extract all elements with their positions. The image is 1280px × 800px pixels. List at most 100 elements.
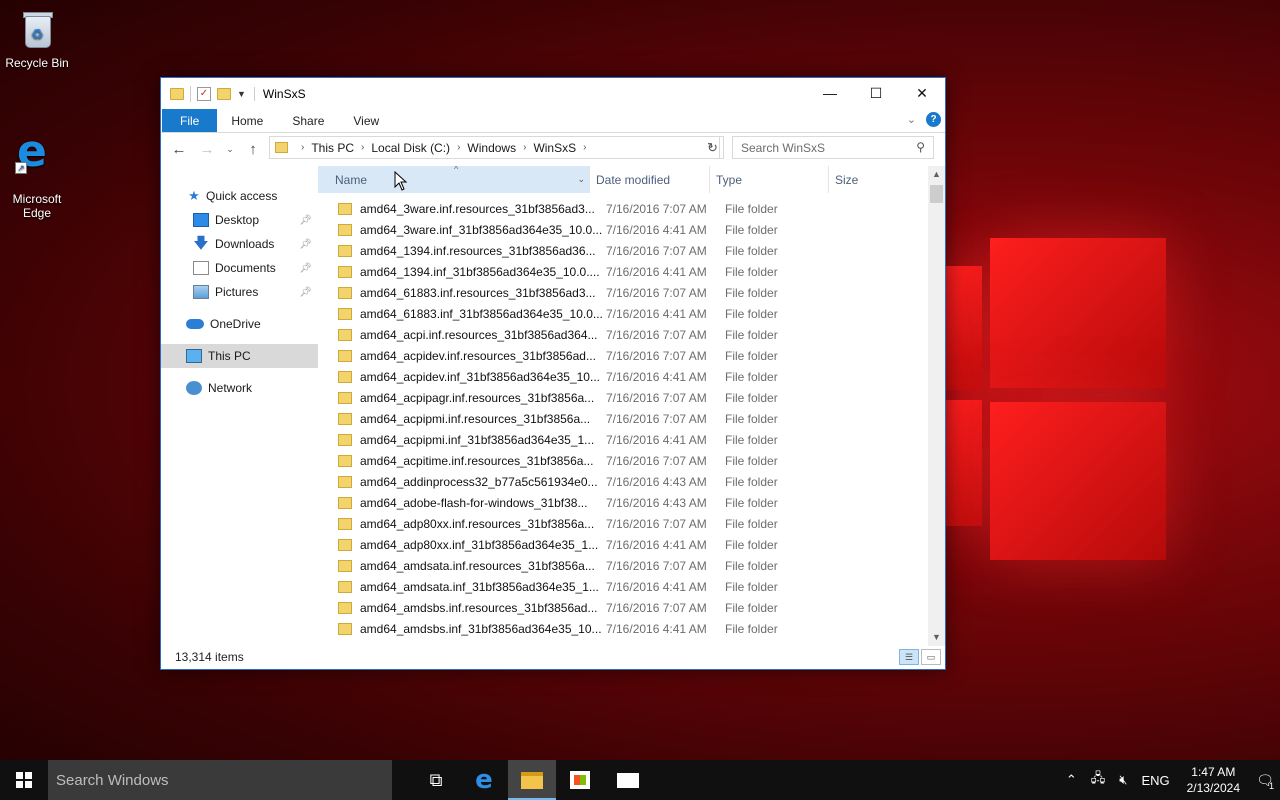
taskbar-edge[interactable]: e [460,760,508,800]
file-row[interactable]: amd64_adp80xx.inf.resources_31bf3856a...… [318,513,945,534]
file-row[interactable]: amd64_addinprocess32_b77a5c561934e0... 7/… [318,471,945,492]
tab-home[interactable]: Home [217,109,276,132]
scroll-down-arrow[interactable]: ▼ [928,629,945,646]
file-date: 7/16/2016 7:07 AM [606,516,707,531]
chevron-right-icon[interactable]: › [301,142,304,153]
file-row[interactable]: amd64_acpitime.inf.resources_31bf3856a..… [318,450,945,471]
start-button[interactable] [0,760,48,800]
search-icon: ⚲ [916,140,925,154]
expand-ribbon-icon[interactable]: ⌄ [907,113,916,126]
file-row[interactable]: amd64_61883.inf_31bf3856ad364e35_10.0...… [318,303,945,324]
file-row[interactable]: amd64_1394.inf.resources_31bf3856ad36...… [318,240,945,261]
sidebar-item-downloads[interactable]: 🡇 Downloads 📌︎ [161,232,318,256]
file-type: File folder [725,306,778,321]
clock-date: 2/13/2024 [1186,781,1240,795]
address-bar[interactable]: › This PC › Local Disk (C:) › Windows › … [269,136,720,159]
tab-file[interactable]: File [162,109,218,132]
file-type: File folder [725,348,778,363]
scroll-up-arrow[interactable]: ▲ [928,166,945,183]
search-input[interactable]: Search WinSxS ⚲ [732,136,934,159]
back-button[interactable]: ← [167,141,191,158]
breadcrumb-winsxs[interactable]: WinSxS [533,141,576,155]
show-hidden-icons-chevron[interactable]: ⌃ [1066,772,1077,788]
file-row[interactable]: amd64_adobe-flash-for-windows_31bf38... 7… [318,492,945,513]
language-indicator[interactable]: ENG [1141,773,1169,788]
taskbar-search-box[interactable]: Search Windows [48,760,392,800]
file-row[interactable]: amd64_adp80xx.inf_31bf3856ad364e35_1... 7… [318,534,945,555]
chevron-right-icon[interactable]: › [361,142,364,153]
customize-toolbar-dropdown[interactable]: ▼ [237,89,246,99]
new-folder-icon[interactable] [217,87,231,100]
desktop-icon-edge[interactable]: e ↗ Microsoft Edge [1,116,73,234]
file-row[interactable]: amd64_amdsbs.inf.resources_31bf3856ad...… [318,597,945,618]
forward-button[interactable]: → [195,141,219,158]
action-center-button[interactable]: 🗨︎ 1 [1250,772,1280,791]
chevron-right-icon[interactable]: › [457,142,460,153]
column-header-name[interactable]: ^ Name ⌄ [318,166,590,193]
file-row[interactable]: amd64_amdsata.inf_31bf3856ad364e35_1... 7… [318,576,945,597]
pin-icon: 📌︎ [299,238,312,250]
desktop-icon [193,213,209,227]
sidebar-item-desktop[interactable]: Desktop 📌︎ [161,208,318,232]
sidebar-item-this-pc[interactable]: This PC [161,344,318,368]
scroll-thumb[interactable] [930,185,943,203]
file-row[interactable]: amd64_61883.inf.resources_31bf3856ad3...… [318,282,945,303]
file-row[interactable]: amd64_amdsata.inf.resources_31bf3856a...… [318,555,945,576]
breadcrumb-windows[interactable]: Windows [467,141,516,155]
file-name: amd64_amdsata.inf.resources_31bf3856a... [360,558,595,573]
file-name: amd64_61883.inf_31bf3856ad364e35_10.0... [360,306,602,321]
vertical-scrollbar[interactable]: ▲ ▼ [928,166,945,646]
folder-icon [338,286,352,299]
file-row[interactable]: amd64_acpidev.inf.resources_31bf3856ad..… [318,345,945,366]
tab-share[interactable]: Share [276,109,337,132]
recent-locations-dropdown[interactable]: ⌄ [223,144,237,155]
sidebar-item-onedrive[interactable]: OneDrive [161,312,318,336]
file-row[interactable]: amd64_acpidev.inf_31bf3856ad364e35_10...… [318,366,945,387]
volume-muted-icon[interactable]: 🔇︎ [1119,772,1127,788]
file-row[interactable]: amd64_acpi.inf.resources_31bf3856ad364..… [318,324,945,345]
network-status-icon[interactable]: 🖧 [1091,769,1106,791]
chevron-right-icon[interactable]: › [583,142,586,153]
folder-icon [338,622,352,635]
file-row[interactable]: amd64_1394.inf_31bf3856ad364e35_10.0....… [318,261,945,282]
up-button[interactable]: ↑ [241,141,265,158]
file-row[interactable]: amd64_acpipmi.inf_31bf3856ad364e35_1... 7… [318,429,945,450]
desktop-icon-recycle-bin[interactable]: ♻ Recycle Bin [1,8,73,70]
column-header-type[interactable]: Type [710,166,829,193]
file-row[interactable]: amd64_3ware.inf.resources_31bf3856ad3...… [318,198,945,219]
minimize-button[interactable]: — [807,78,853,108]
clock[interactable]: 1:47 AM 2/13/2024 [1187,764,1240,796]
close-button[interactable]: ✕ [899,78,945,108]
sidebar-item-network[interactable]: Network [161,376,318,400]
breadcrumb-local-disk[interactable]: Local Disk (C:) [371,141,450,155]
task-view-button[interactable]: ⧉ [412,760,460,800]
folder-icon [338,370,352,383]
large-icons-view-button[interactable]: ▭ [921,649,941,665]
help-icon[interactable]: ? [926,112,941,127]
file-row[interactable]: amd64_3ware.inf_31bf3856ad364e35_10.0...… [318,219,945,240]
maximize-button[interactable]: ☐ [853,78,899,108]
taskbar-file-explorer[interactable] [508,760,556,800]
sidebar-item-pictures[interactable]: Pictures 📌︎ [161,280,318,304]
taskbar-mail[interactable] [604,760,652,800]
details-view-button[interactable]: ☰ [899,649,919,665]
sidebar-item-quick-access[interactable]: ★ Quick access [161,184,318,208]
file-row[interactable]: amd64_amdsbs.inf_31bf3856ad364e35_10... 7… [318,618,945,639]
pin-icon: 📌︎ [299,214,312,226]
column-header-date[interactable]: Date modified [590,166,710,193]
taskbar-store[interactable] [556,760,604,800]
refresh-button[interactable]: ↻ [702,136,724,159]
file-row[interactable]: amd64_acpipagr.inf.resources_31bf3856a..… [318,387,945,408]
file-date: 7/16/2016 4:41 AM [606,621,707,636]
title-bar[interactable]: ✓ ▼ WinSxS — ☐ ✕ [161,78,945,109]
chevron-right-icon[interactable]: › [523,142,526,153]
column-filter-dropdown[interactable]: ⌄ [577,174,585,185]
tab-view[interactable]: View [337,109,392,132]
sidebar-item-documents[interactable]: Documents 📌︎ [161,256,318,280]
edge-icon: e [475,765,493,795]
properties-icon[interactable]: ✓ [197,86,211,101]
breadcrumb-this-pc[interactable]: This PC [311,141,354,155]
column-header-size[interactable]: Size [829,166,909,193]
file-row[interactable]: amd64_acpipmi.inf.resources_31bf3856a...… [318,408,945,429]
folder-icon [338,349,352,362]
